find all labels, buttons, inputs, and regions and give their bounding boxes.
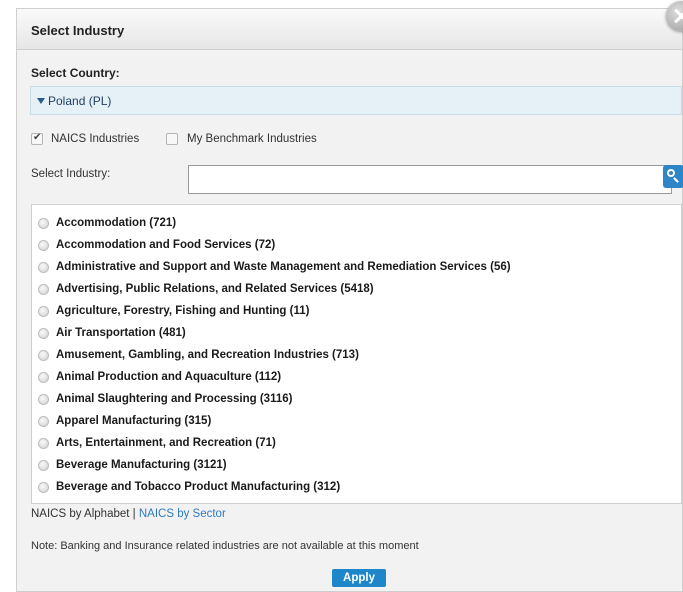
radio-button[interactable] <box>38 438 49 449</box>
industry-search-input[interactable] <box>188 165 672 194</box>
radio-button[interactable] <box>38 218 49 229</box>
naics-by-alphabet-link[interactable]: NAICS by Alphabet <box>31 508 129 520</box>
naics-checkbox-label: NAICS Industries <box>51 133 140 145</box>
radio-button[interactable] <box>38 240 49 251</box>
industry-list[interactable]: Accommodation (721) Accommodation and Fo… <box>31 204 682 504</box>
radio-button[interactable] <box>38 350 49 361</box>
search-icon[interactable] <box>663 165 683 188</box>
radio-button[interactable] <box>38 328 49 339</box>
radio-button[interactable] <box>38 262 49 273</box>
naics-checkbox[interactable] <box>31 132 43 145</box>
caret-down-icon <box>37 98 45 104</box>
country-selected-value: Poland (PL) <box>48 94 112 108</box>
benchmark-checkbox-label: My Benchmark Industries <box>187 133 317 145</box>
radio-button[interactable] <box>38 416 49 427</box>
separator: | <box>132 508 136 520</box>
benchmark-checkbox[interactable] <box>166 133 178 145</box>
dialog-title: Select Industry <box>31 23 125 38</box>
apply-button[interactable]: Apply <box>332 569 386 587</box>
country-label: Select Country: <box>31 66 120 80</box>
naics-by-sector-link[interactable]: NAICS by Sector <box>139 508 226 520</box>
radio-button[interactable] <box>38 482 49 493</box>
country-select[interactable]: Poland (PL) <box>30 86 682 115</box>
radio-button[interactable] <box>38 284 49 295</box>
dialog-header: Select Industry <box>17 9 682 50</box>
radio-button[interactable] <box>38 460 49 471</box>
radio-button[interactable] <box>38 372 49 383</box>
radio-button[interactable] <box>38 306 49 317</box>
note-text: Note: Banking and Insurance related indu… <box>31 540 419 552</box>
industry-search-label: Select Industry: <box>31 168 111 180</box>
radio-button[interactable] <box>38 394 49 405</box>
select-industry-dialog: Select Industry Select Country: Poland (… <box>16 1 683 592</box>
footer-links: NAICS by Alphabet | NAICS by Sector <box>31 508 226 520</box>
